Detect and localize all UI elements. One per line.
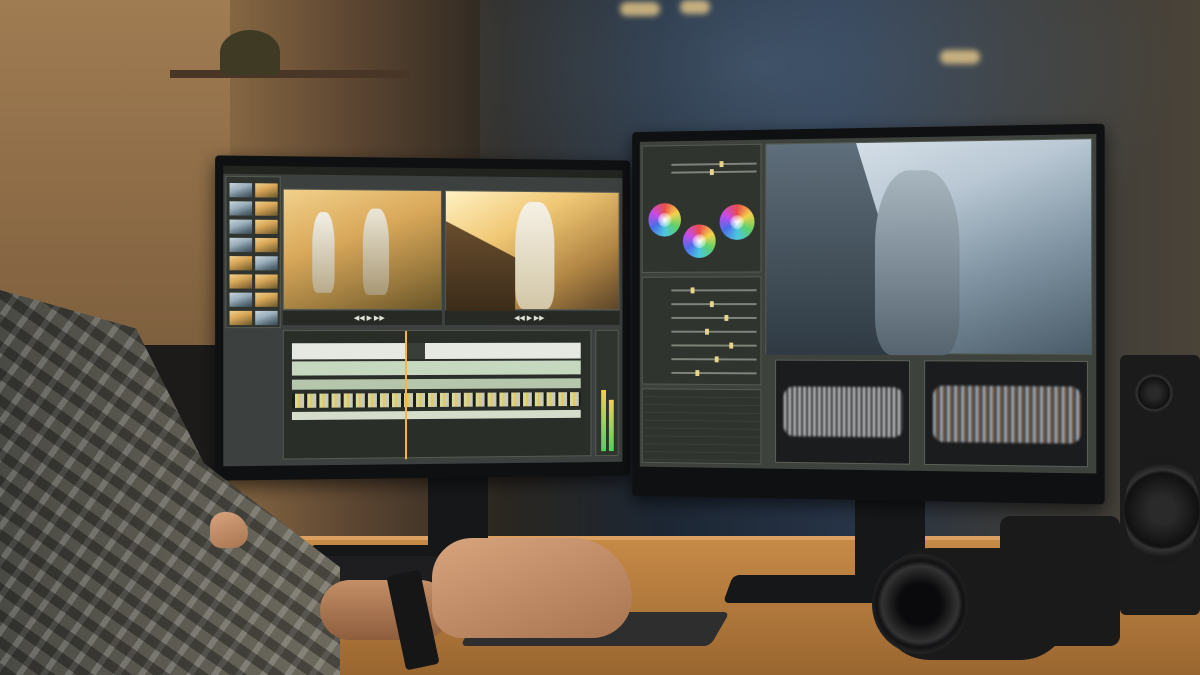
ceiling-light <box>620 2 660 16</box>
media-thumbnail[interactable] <box>255 201 278 216</box>
master-slider[interactable] <box>671 161 757 168</box>
media-thumbnail[interactable] <box>255 274 278 289</box>
camera-lens-barrel <box>872 548 1070 660</box>
video-track-clip[interactable] <box>291 360 581 376</box>
adjustment-slider[interactable] <box>671 328 757 335</box>
video-track-clip[interactable] <box>291 342 581 360</box>
adjustment-slider[interactable] <box>671 287 757 294</box>
slider-knob[interactable] <box>695 370 700 376</box>
tweeter <box>1134 373 1174 413</box>
media-thumbnail[interactable] <box>229 292 253 307</box>
adjustment-slider[interactable] <box>671 314 757 321</box>
plant <box>220 30 280 75</box>
media-thumbnail[interactable] <box>229 237 253 253</box>
media-thumbnail[interactable] <box>255 256 278 271</box>
program-transport-bar[interactable]: ◀◀ ▶ ▶▶ <box>444 311 620 325</box>
track-gap <box>405 343 426 360</box>
astronaut-figure <box>312 212 335 293</box>
camera-lens-front <box>872 554 968 654</box>
adjustment-sliders-panel[interactable] <box>641 276 762 386</box>
woofer <box>1124 455 1200 565</box>
slider-knob[interactable] <box>690 287 695 294</box>
preview-viewer[interactable] <box>765 138 1093 356</box>
waveform-trace <box>783 386 904 438</box>
source-viewer[interactable] <box>282 188 442 311</box>
program-viewer[interactable] <box>444 190 620 311</box>
media-thumbnail[interactable] <box>255 183 278 198</box>
slider-knob[interactable] <box>709 301 714 308</box>
audio-waveform-track[interactable] <box>291 392 581 408</box>
media-thumbnail[interactable] <box>255 292 278 307</box>
media-thumbnail[interactable] <box>255 310 278 326</box>
adjustment-slider[interactable] <box>671 301 757 308</box>
color-controls-panel[interactable] <box>641 143 762 273</box>
menu-bar[interactable] <box>223 165 623 179</box>
speaker-icon <box>1120 355 1200 615</box>
right-monitor <box>632 123 1105 505</box>
master-slider[interactable] <box>671 169 757 176</box>
media-bin[interactable] <box>225 175 281 329</box>
color-wheel-icon[interactable] <box>719 204 755 241</box>
person-hand-mouse <box>432 538 632 638</box>
wall-shelf <box>170 70 410 78</box>
timeline-playhead-icon[interactable] <box>405 331 408 460</box>
color-grading-screen[interactable] <box>639 134 1097 474</box>
astronaut-figure <box>362 208 389 295</box>
color-wheel-icon[interactable] <box>648 202 681 237</box>
media-thumbnail[interactable] <box>229 274 253 289</box>
astronaut-figure <box>874 169 960 356</box>
slider-knob[interactable] <box>705 328 709 335</box>
media-thumbnail[interactable] <box>229 182 253 198</box>
level-bar-left <box>601 389 607 452</box>
video-editor-screen[interactable]: ◀◀ ▶ ▶▶ ◀◀ ▶ ▶▶ <box>223 165 623 467</box>
level-bar-right <box>608 399 614 452</box>
media-thumbnail[interactable] <box>229 256 253 271</box>
slider-knob[interactable] <box>729 342 734 349</box>
media-thumbnail[interactable] <box>255 237 278 253</box>
media-thumbnail[interactable] <box>229 201 253 216</box>
adjustment-slider[interactable] <box>671 370 757 376</box>
audio-track-clip[interactable] <box>291 378 581 390</box>
slider-knob[interactable] <box>709 169 714 176</box>
media-thumbnail[interactable] <box>229 219 253 234</box>
parade-trace <box>933 385 1081 444</box>
left-monitor: ◀◀ ▶ ▶▶ ◀◀ ▶ ▶▶ <box>215 155 631 481</box>
adjustment-slider[interactable] <box>671 356 757 363</box>
source-transport-bar[interactable]: ◀◀ ▶ ▶▶ <box>282 310 442 326</box>
adjustment-slider[interactable] <box>671 342 757 349</box>
play-icon[interactable]: ◀◀ ▶ ▶▶ <box>354 314 385 322</box>
timeline[interactable] <box>282 329 592 460</box>
presets-list[interactable] <box>641 388 762 465</box>
media-thumbnail[interactable] <box>229 310 253 326</box>
photo-scene: ◀◀ ▶ ▶▶ ◀◀ ▶ ▶▶ <box>0 0 1200 675</box>
color-wheel-icon[interactable] <box>682 224 716 258</box>
rock-formation <box>446 221 515 311</box>
audio-meter <box>595 329 619 457</box>
slider-knob[interactable] <box>724 314 729 321</box>
media-thumbnail[interactable] <box>255 219 278 235</box>
ceiling-light <box>940 50 980 64</box>
slider-knob[interactable] <box>719 161 724 168</box>
parade-scope <box>924 360 1088 468</box>
waveform-scope <box>775 359 911 465</box>
astronaut-figure <box>515 201 555 310</box>
play-icon[interactable]: ◀◀ ▶ ▶▶ <box>514 314 544 322</box>
slider-knob[interactable] <box>714 356 719 363</box>
ceiling-light <box>680 0 710 14</box>
audio-track-clip[interactable] <box>291 409 581 421</box>
